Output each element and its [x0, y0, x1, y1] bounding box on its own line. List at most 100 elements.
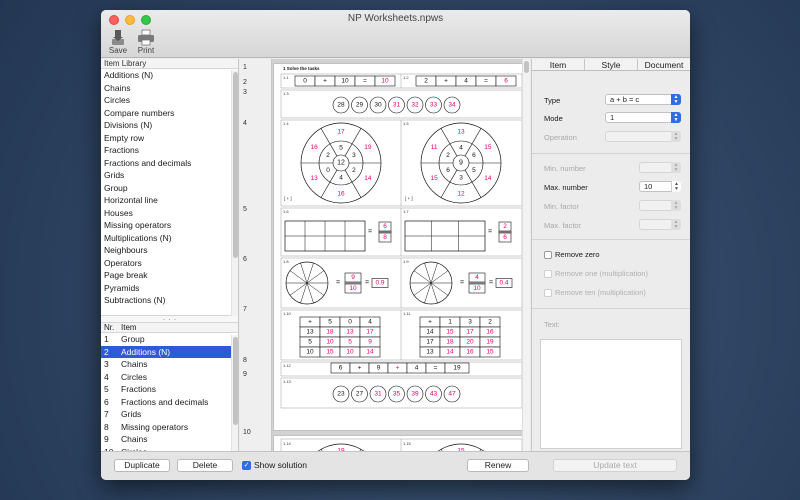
row-item: Group [121, 334, 145, 344]
tab-style[interactable]: Style [585, 59, 638, 70]
checkbox-box[interactable] [544, 288, 552, 297]
checkmark-icon[interactable]: ✓ [242, 460, 251, 470]
library-scrollbar[interactable] [231, 70, 238, 316]
equation-cell: + [396, 365, 400, 372]
table-row[interactable]: 5 Fractions [101, 383, 238, 396]
library-item[interactable]: Missing operators [101, 219, 238, 232]
checkbox-box[interactable] [544, 250, 552, 259]
items-scrollbar[interactable] [231, 335, 238, 451]
library-item[interactable]: Compare numbers [101, 107, 238, 120]
row-number[interactable]: 5 [243, 206, 247, 213]
update-text-button[interactable]: Update text [553, 459, 677, 472]
remove-zero-label: Remove zero [555, 250, 600, 259]
show-solution-checkbox[interactable]: ✓ Show solution [242, 460, 307, 470]
library-item[interactable]: Fractions [101, 144, 238, 157]
task-label: 1.11 [403, 311, 411, 316]
max-factor-stepper[interactable]: ▲ ▼ [639, 219, 681, 230]
duplicate-button[interactable]: Duplicate [114, 459, 170, 472]
split-handle[interactable]: · · · [101, 315, 238, 324]
preview-scroll-thumb[interactable] [524, 61, 529, 73]
worksheet-items-list[interactable]: 1 Group 2 Additions (N) 3 Chains 4 Circles 5 Frac… [101, 333, 238, 451]
min-number-stepper[interactable]: ▲ ▼ [639, 162, 681, 173]
grid-value: 15 [326, 349, 334, 356]
library-item[interactable]: Circles [101, 94, 238, 107]
preview-scrollbar[interactable] [522, 59, 530, 451]
print-button[interactable]: Print [135, 28, 157, 55]
library-item[interactable]: Horizontal line [101, 194, 238, 207]
library-item[interactable]: Multiplications (N) [101, 232, 238, 245]
wheel-outer-value: 16 [311, 144, 319, 151]
operation-select[interactable]: ▲ ▼ [605, 131, 681, 142]
worksheet-preview[interactable]: 1 2 3 4 5 6 7 8 9 10 1 Solve the tasks 1.… [240, 59, 530, 451]
row-number[interactable]: 6 [243, 256, 247, 263]
mode-select[interactable]: 1 ▲ ▼ [605, 112, 681, 123]
library-item[interactable]: Subtractions (N) [101, 294, 238, 307]
row-number[interactable]: 1 [243, 64, 247, 71]
table-row[interactable]: 6 Fractions and decimals [101, 396, 238, 409]
table-row[interactable]: 1 Group [101, 333, 238, 346]
library-item[interactable]: Neighbours [101, 244, 238, 257]
row-number[interactable]: 7 [243, 306, 247, 313]
library-item[interactable]: Houses [101, 207, 238, 220]
wheel-outer-value: 19 [364, 144, 372, 151]
library-scroll-thumb[interactable] [233, 72, 238, 258]
wheel-outer-value: 13 [311, 175, 319, 182]
item-library-list[interactable]: Additions (N) Chains Circles Compare number… [101, 69, 238, 315]
table-row[interactable]: 3 Chains [101, 358, 238, 371]
row-item: Chains [121, 434, 148, 444]
library-item[interactable]: Empty row [101, 132, 238, 145]
tab-document[interactable]: Document [638, 59, 690, 70]
equation-cell: = [484, 78, 488, 85]
remove-one-checkbox[interactable]: Remove one (multiplication) [544, 269, 648, 278]
grid-value: 15 [446, 329, 454, 336]
max-number-stepper[interactable]: 10 ▲ ▼ [639, 181, 681, 192]
chain-value: 34 [448, 102, 456, 109]
table-row[interactable]: 2 Additions (N) [101, 345, 238, 358]
row-number[interactable]: 8 [243, 357, 247, 364]
renew-button[interactable]: Renew [467, 459, 529, 472]
row-number[interactable]: 4 [243, 120, 247, 127]
tab-item[interactable]: Item [532, 59, 585, 70]
table-row[interactable]: 4 Circles [101, 371, 238, 384]
items-scroll-thumb[interactable] [233, 337, 238, 425]
properties-tabs: Item Style Document [532, 59, 690, 71]
grid-value: 4 [368, 319, 372, 326]
library-item[interactable]: Grids [101, 169, 238, 182]
task-label: 1.9 [403, 259, 409, 264]
grid-value: 17 [366, 329, 374, 336]
row-number[interactable]: 9 [243, 371, 247, 378]
grid-value: 13 [306, 329, 314, 336]
equation-cell: + [358, 365, 362, 372]
row-number[interactable]: 3 [243, 89, 247, 96]
library-item[interactable]: Group [101, 182, 238, 195]
wheel-operator-note: [ + ] [284, 196, 292, 201]
worksheet-page-2: 1.14 1.15 19 15 [273, 435, 527, 451]
wheel-center-value: 9 [459, 160, 463, 167]
nr-column-header[interactable]: Nr. [101, 323, 121, 332]
row-number[interactable]: 10 [243, 429, 251, 436]
library-item[interactable]: Chains [101, 82, 238, 95]
library-item[interactable]: Operators [101, 257, 238, 270]
divider [532, 308, 690, 309]
item-column-header[interactable]: Item [121, 323, 137, 332]
save-button[interactable]: Save [107, 28, 129, 55]
table-row[interactable]: 9 Chains [101, 433, 238, 446]
remove-ten-checkbox[interactable]: Remove ten (multiplication) [544, 288, 646, 297]
library-item[interactable]: Fractions and decimals [101, 157, 238, 170]
stepper-icon: ▲ ▼ [671, 219, 681, 230]
row-number[interactable]: 2 [243, 79, 247, 86]
library-item[interactable]: Divisions (N) [101, 119, 238, 132]
library-item[interactable]: Additions (N) [101, 69, 238, 82]
wheel-outer-value: 14 [484, 175, 492, 182]
delete-button[interactable]: Delete [177, 459, 233, 472]
min-factor-stepper[interactable]: ▲ ▼ [639, 200, 681, 211]
table-row[interactable]: 8 Missing operators [101, 421, 238, 434]
remove-zero-checkbox[interactable]: Remove zero [544, 250, 600, 259]
library-item[interactable]: Pyramids [101, 282, 238, 295]
checkbox-box[interactable] [544, 269, 552, 278]
text-editor[interactable] [540, 339, 682, 449]
table-row[interactable]: 7 Grids [101, 408, 238, 421]
library-item[interactable]: Page break [101, 269, 238, 282]
type-select[interactable]: a + b = c ▲ ▼ [605, 94, 681, 105]
grid-value: 5 [308, 339, 312, 346]
